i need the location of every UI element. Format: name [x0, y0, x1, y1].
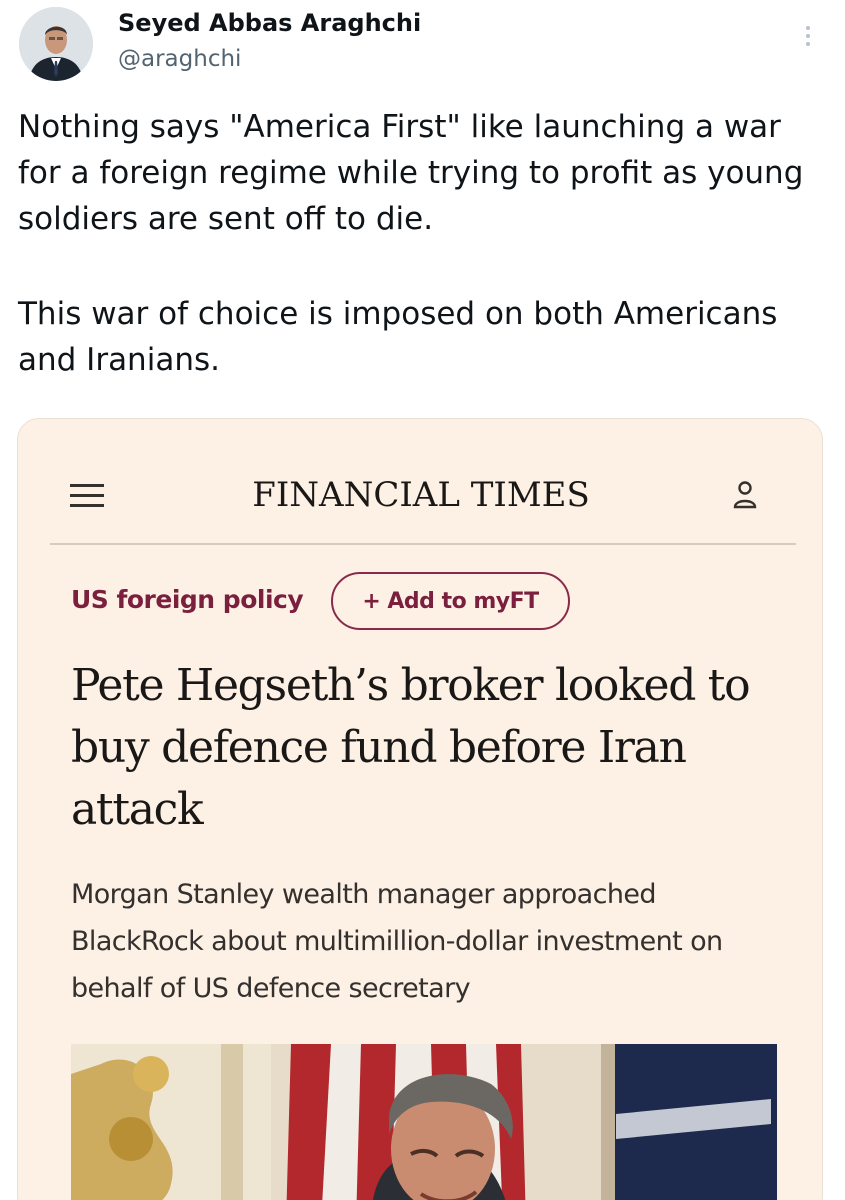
add-to-myft-button[interactable]: + Add to myFT: [331, 572, 570, 630]
user-account-icon[interactable]: [731, 479, 759, 511]
article-standfirst: Morgan Stanley wealth manager approached…: [71, 879, 723, 1004]
author-name[interactable]: Seyed Abbas Araghchi: [118, 9, 421, 37]
avatar-photo: [19, 7, 93, 81]
author-handle[interactable]: @araghchi: [118, 46, 241, 72]
tweet-paragraph: This war of choice is imposed on both Am…: [18, 296, 778, 378]
topic-tag[interactable]: US foreign policy: [71, 585, 304, 614]
tweet: Seyed Abbas Araghchi @araghchi Nothing s…: [0, 0, 845, 1200]
article-card[interactable]: FINANCIAL TIMES US foreign policy + Add …: [17, 418, 823, 1200]
publication-logo: FINANCIAL TIMES: [252, 475, 590, 515]
more-vertical-icon[interactable]: [798, 22, 818, 52]
ft-header: FINANCIAL TIMES: [18, 419, 822, 547]
header-divider: [50, 543, 796, 545]
article-photo: [71, 1044, 777, 1200]
tweet-paragraph: Nothing says "America First" like launch…: [18, 109, 804, 237]
article-headline[interactable]: Pete Hegseth’s broker looked to buy defe…: [71, 655, 801, 841]
tweet-text: Nothing says "America First" like launch…: [18, 104, 818, 383]
avatar[interactable]: [19, 7, 93, 81]
